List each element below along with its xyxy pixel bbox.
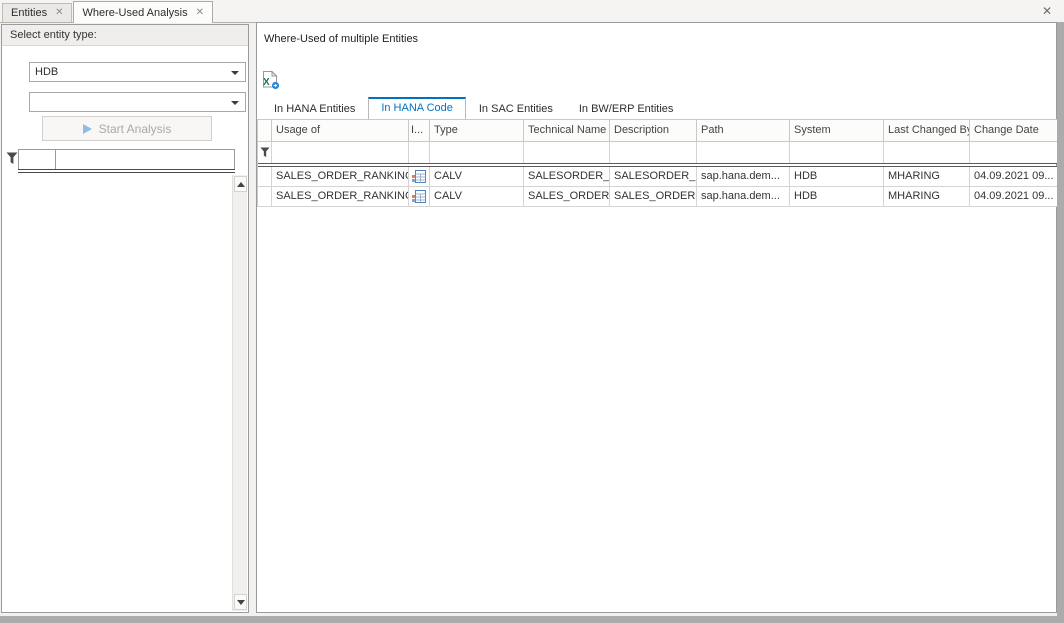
start-analysis-label: Start Analysis (99, 122, 172, 136)
entity-list-filter-row[interactable] (18, 149, 235, 170)
close-icon[interactable]: ✕ (55, 8, 63, 18)
filter-input-system[interactable] (790, 142, 884, 163)
column-header-path[interactable]: Path (697, 120, 790, 142)
filter-input-technical-name[interactable] (524, 142, 610, 163)
cell-last-changed-by: MHARING (884, 187, 970, 207)
filter-input-change-date[interactable] (970, 142, 1058, 163)
tab-where-used-analysis[interactable]: Where-Used Analysis ✕ (73, 1, 213, 23)
filter-input-description[interactable] (610, 142, 697, 163)
row-indicator (258, 187, 272, 207)
entity-type-dropdown[interactable]: HDB (29, 62, 246, 82)
panel-header: Select entity type: (2, 25, 248, 46)
results-grid: Usage of I... Type Technical Name Descri… (257, 119, 1057, 207)
cell-last-changed-by: MHARING (884, 167, 970, 187)
cell-description: SALESORDER_... (610, 167, 697, 187)
column-header-last-changed-by[interactable]: Last Changed By (884, 120, 970, 142)
column-header-description[interactable]: Description (610, 120, 697, 142)
column-header-system[interactable]: System (790, 120, 884, 142)
arrow-down-icon (237, 600, 245, 605)
cell-usage-of: SALES_ORDER_RANKING (272, 167, 409, 187)
close-icon[interactable]: ✕ (1039, 3, 1055, 19)
cell-technical-name: SALES_ORDER... (524, 187, 610, 207)
filter-input-last-changed-by[interactable] (884, 142, 970, 163)
scroll-up-button[interactable] (234, 176, 247, 192)
filter-input-path[interactable] (697, 142, 790, 163)
table-row[interactable]: SALES_ORDER_RANKING CALV SALESORDER_... … (258, 167, 1057, 187)
filter-input-icon[interactable] (409, 142, 430, 163)
page-title: Where-Used of multiple Entities (264, 33, 418, 45)
cell-change-date: 04.09.2021 09... (970, 167, 1058, 187)
column-header-usage-of[interactable]: Usage of (272, 120, 409, 142)
tab-in-bw-erp-entities[interactable]: In BW/ERP Entities (566, 97, 687, 119)
tab-where-used-analysis-label: Where-Used Analysis (82, 7, 187, 19)
tab-entities[interactable]: Entities ✕ (2, 3, 72, 22)
filter-input-type[interactable] (430, 142, 524, 163)
chevron-down-icon (231, 71, 239, 75)
tab-in-hana-entities[interactable]: In HANA Entities (261, 97, 368, 119)
cell-path: sap.hana.dem... (697, 187, 790, 207)
calculation-view-icon (409, 167, 430, 187)
row-indicator (258, 167, 272, 187)
start-analysis-button[interactable]: Start Analysis (42, 116, 212, 141)
svg-text:X: X (263, 77, 270, 88)
play-icon (83, 124, 92, 134)
left-panel-scrollbar[interactable] (232, 175, 247, 611)
entity-dropdown[interactable] (29, 92, 246, 112)
window-frame-bottom (0, 616, 1064, 623)
cell-path: sap.hana.dem... (697, 167, 790, 187)
result-tab-bar: In HANA Entities In HANA Code In SAC Ent… (261, 97, 686, 119)
cell-type: CALV (430, 187, 524, 207)
document-tab-strip: Entities ✕ Where-Used Analysis ✕ (0, 0, 1064, 23)
tab-entities-label: Entities (11, 7, 47, 19)
cell-change-date: 04.09.2021 09... (970, 187, 1058, 207)
column-header-change-date[interactable]: Change Date (970, 120, 1058, 142)
grid-filter-row (258, 142, 1057, 163)
where-used-results-panel: Where-Used of multiple Entities X In HAN… (256, 22, 1057, 613)
filter-input-usage-of[interactable] (272, 142, 409, 163)
cell-technical-name: SALESORDER_... (524, 167, 610, 187)
tab-in-hana-code[interactable]: In HANA Code (368, 97, 466, 119)
calculation-view-icon (409, 187, 430, 207)
tab-in-sac-entities[interactable]: In SAC Entities (466, 97, 566, 119)
excel-export-icon[interactable]: X (262, 70, 284, 92)
cell-usage-of: SALES_ORDER_RANKING (272, 187, 409, 207)
funnel-icon[interactable] (6, 152, 18, 170)
chevron-down-icon (231, 101, 239, 105)
column-header-icon[interactable]: I... (409, 120, 430, 142)
cell-description: SALES_ORDER... (610, 187, 697, 207)
arrow-up-icon (237, 182, 245, 187)
entity-selection-panel: Select entity type: HDB Start Analysis (1, 24, 249, 613)
row-indicator-header (258, 120, 272, 142)
filter-row-separator (18, 169, 235, 173)
entity-type-dropdown-value: HDB (35, 66, 58, 78)
table-row[interactable]: SALES_ORDER_RANKING CALV SALES_ORDER... … (258, 187, 1057, 207)
close-icon[interactable]: ✕ (196, 8, 204, 18)
window-frame-right (1057, 22, 1064, 623)
cell-type: CALV (430, 167, 524, 187)
column-divider (55, 150, 56, 169)
column-header-type[interactable]: Type (430, 120, 524, 142)
cell-system: HDB (790, 187, 884, 207)
scroll-down-button[interactable] (234, 594, 247, 610)
column-header-technical-name[interactable]: Technical Name (524, 120, 610, 142)
funnel-icon[interactable] (258, 142, 272, 163)
application-window: Entities ✕ Where-Used Analysis ✕ ✕ Selec… (0, 0, 1064, 623)
cell-system: HDB (790, 167, 884, 187)
grid-header-row: Usage of I... Type Technical Name Descri… (258, 120, 1057, 142)
